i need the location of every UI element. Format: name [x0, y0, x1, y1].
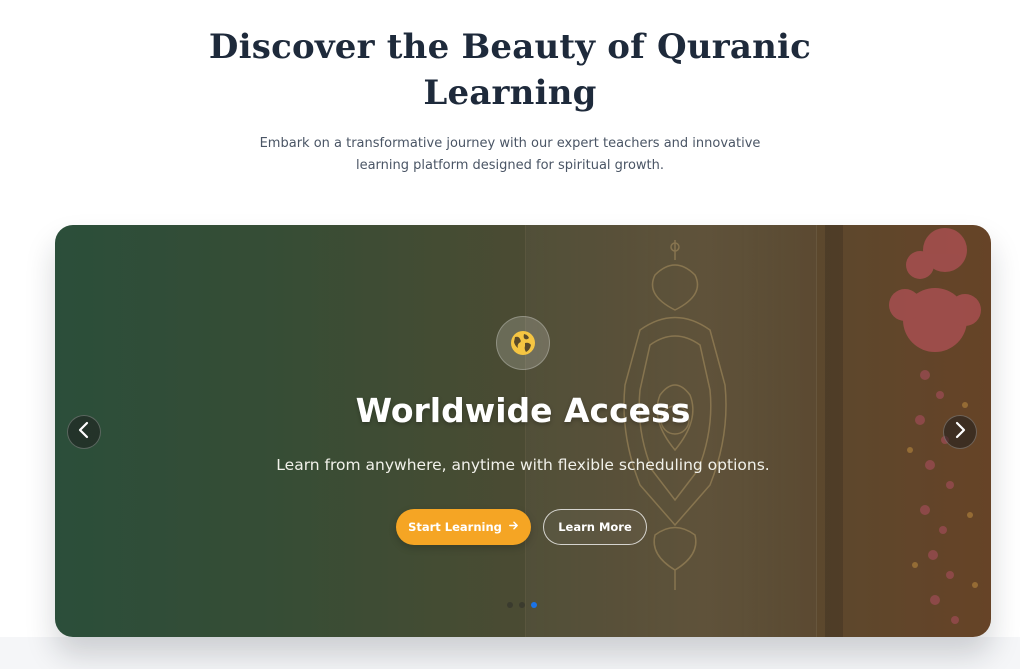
page-subtitle: Embark on a transformative journey with …	[259, 136, 761, 173]
start-learning-label: Start Learning	[408, 520, 502, 534]
start-learning-button[interactable]: Start Learning	[396, 509, 531, 545]
hero-carousel: Worldwide Access Learn from anywhere, an…	[55, 225, 991, 637]
slide-title: Worldwide Access	[355, 391, 691, 430]
carousel-dot-1[interactable]	[507, 602, 513, 608]
carousel-dot-2[interactable]	[519, 602, 525, 608]
page-title: Discover the Beauty of Quranic Learning	[208, 27, 812, 113]
page: Discover the Beauty of Quranic Learning …	[0, 0, 1020, 669]
carousel-prev-button[interactable]	[67, 415, 101, 449]
carousel-dot-3[interactable]	[531, 602, 537, 608]
learn-more-label: Learn More	[558, 520, 632, 534]
globe-icon	[496, 316, 550, 370]
arrow-right-icon	[508, 520, 519, 534]
section-divider-band	[0, 637, 1020, 669]
slide-description: Learn from anywhere, anytime with flexib…	[276, 456, 770, 474]
carousel-dots	[507, 602, 537, 608]
chevron-right-icon	[953, 421, 967, 444]
carousel-next-button[interactable]	[943, 415, 977, 449]
chevron-left-icon	[77, 421, 91, 444]
learn-more-button[interactable]: Learn More	[543, 509, 647, 545]
